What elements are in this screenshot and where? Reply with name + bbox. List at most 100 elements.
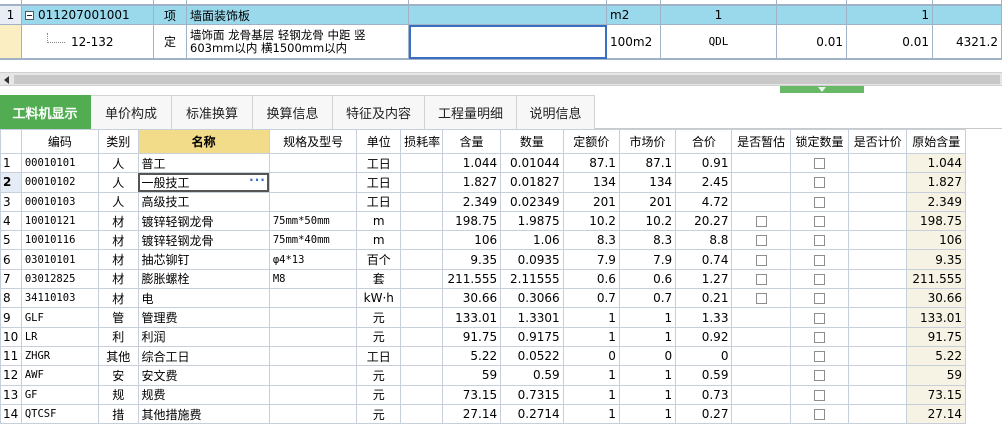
item-cell[interactable] <box>777 6 847 25</box>
material-quantity[interactable]: 0.01827 <box>500 172 564 193</box>
material-spec[interactable] <box>268 403 358 425</box>
lock-quantity-checkbox[interactable] <box>813 254 825 266</box>
lock-quantity-checkbox-cell[interactable] <box>789 288 850 309</box>
column-header-spec[interactable]: 规格及型号 <box>268 129 358 154</box>
column-header-unit[interactable]: 单位 <box>356 129 402 154</box>
material-category[interactable]: 措 <box>97 403 139 425</box>
column-header-quantity[interactable]: 数量 <box>500 129 564 154</box>
estimated-checkbox-cell[interactable] <box>731 384 791 405</box>
market-price[interactable]: 0.7 <box>618 288 677 309</box>
lock-quantity-checkbox[interactable] <box>813 351 825 363</box>
lock-quantity-checkbox-cell[interactable] <box>789 249 850 270</box>
tab-description[interactable]: 说明信息 <box>517 95 595 129</box>
original-content[interactable]: 91.75 <box>906 326 966 347</box>
market-price[interactable]: 1 <box>618 384 677 405</box>
material-spec[interactable] <box>268 384 358 405</box>
lock-quantity-checkbox[interactable] <box>813 293 825 305</box>
material-content[interactable]: 5.22 <box>441 345 502 367</box>
column-header-loss-rate[interactable]: 损耗率 <box>400 129 443 154</box>
loss-rate[interactable] <box>400 172 443 193</box>
material-unit[interactable]: 套 <box>356 268 402 290</box>
column-header-lock-qty[interactable]: 锁定数量 <box>789 129 850 154</box>
lock-quantity-checkbox[interactable] <box>813 196 825 208</box>
material-unit[interactable]: m <box>356 210 402 232</box>
original-content[interactable]: 211.555 <box>906 268 966 290</box>
quota-content[interactable]: 0.01 <box>777 25 847 59</box>
original-content[interactable]: 106 <box>906 230 966 251</box>
table-row[interactable]: 8 34110103 材电 kW·h 30.66 0.3066 0.7 0.7 0.21 30.6… <box>0 288 966 309</box>
item-quantity[interactable]: 1 <box>847 6 933 25</box>
total-price[interactable]: 20.27 <box>675 210 733 232</box>
lock-quantity-checkbox[interactable] <box>813 273 825 285</box>
estimated-checkbox-cell[interactable] <box>731 365 791 386</box>
material-quantity[interactable]: 1.9875 <box>500 210 564 232</box>
original-content[interactable]: 198.75 <box>906 210 966 232</box>
material-quantity[interactable]: 0.01044 <box>500 152 564 174</box>
table-row[interactable]: 3 00010103 人高级技工 工日 2.349 0.02349 201 201 4.72 2.… <box>0 191 966 212</box>
material-quantity[interactable]: 1.3301 <box>500 307 564 328</box>
column-header-original-content[interactable]: 原始含量 <box>906 129 966 154</box>
loss-rate[interactable] <box>400 152 443 174</box>
item-unit[interactable]: m2 <box>607 6 661 25</box>
priced-cell[interactable] <box>848 268 908 290</box>
material-spec[interactable] <box>268 172 358 193</box>
priced-cell[interactable] <box>848 230 908 251</box>
market-price[interactable]: 10.2 <box>618 210 677 232</box>
lock-quantity-checkbox[interactable] <box>813 158 825 170</box>
material-quantity[interactable]: 2.11555 <box>500 268 564 290</box>
material-code[interactable]: ZHGR <box>20 345 99 367</box>
material-spec[interactable] <box>268 307 358 328</box>
material-category[interactable]: 材 <box>97 210 139 232</box>
material-unit[interactable]: 元 <box>356 326 402 347</box>
material-content[interactable]: 30.66 <box>441 288 502 309</box>
total-price[interactable]: 0.59 <box>675 365 733 386</box>
material-quantity[interactable]: 0.2714 <box>500 403 564 425</box>
item-code-cell[interactable]: 011207001001 <box>22 6 154 25</box>
material-content[interactable]: 2.349 <box>441 191 502 212</box>
estimated-checkbox-cell[interactable] <box>731 268 791 290</box>
total-price[interactable]: 1.33 <box>675 307 733 328</box>
estimated-checkbox[interactable] <box>755 235 767 247</box>
material-category[interactable]: 规 <box>97 384 139 405</box>
quota-name[interactable]: 墙饰面 龙骨基层 轻钢龙骨 中距 竖603mm以内 横1500mm以内 <box>187 25 409 59</box>
material-code[interactable]: 10010116 <box>20 230 99 251</box>
material-name[interactable]: 其他措施费 <box>137 403 270 425</box>
material-unit[interactable]: 元 <box>356 365 402 386</box>
estimated-checkbox[interactable] <box>755 254 767 266</box>
original-content[interactable]: 1.044 <box>906 152 966 174</box>
quota-price[interactable]: 134 <box>562 172 620 193</box>
priced-cell[interactable] <box>848 210 908 232</box>
material-category[interactable]: 材 <box>97 288 139 309</box>
material-spec[interactable]: M8 <box>268 268 358 290</box>
lock-quantity-checkbox[interactable] <box>813 331 825 343</box>
loss-rate[interactable] <box>400 230 443 251</box>
table-row[interactable]: 4 10010121 材镀锌轻钢龙骨 75mm*50mm m 198.75 1.9875 10… <box>0 210 966 232</box>
lock-quantity-checkbox-cell[interactable] <box>789 230 850 251</box>
market-price[interactable]: 1 <box>618 326 677 347</box>
column-header-total[interactable]: 合价 <box>675 129 733 154</box>
lock-quantity-checkbox-cell[interactable] <box>789 191 850 212</box>
material-spec[interactable] <box>268 152 358 174</box>
lock-quantity-checkbox-cell[interactable] <box>789 403 850 425</box>
original-content[interactable]: 9.35 <box>906 249 966 270</box>
material-content[interactable]: 9.35 <box>441 249 502 270</box>
market-price[interactable]: 0 <box>618 345 677 367</box>
priced-cell[interactable] <box>848 345 908 367</box>
lock-quantity-checkbox-cell[interactable] <box>789 210 850 232</box>
market-price[interactable]: 134 <box>618 172 677 193</box>
material-unit[interactable]: 工日 <box>356 191 402 212</box>
material-spec[interactable] <box>268 288 358 309</box>
material-code[interactable]: AWF <box>20 365 99 386</box>
item-feature-cell[interactable] <box>409 6 607 25</box>
original-content[interactable]: 1.827 <box>906 172 966 193</box>
estimated-checkbox-cell[interactable] <box>731 191 791 212</box>
material-category[interactable]: 材 <box>97 268 139 290</box>
material-code[interactable]: GF <box>20 384 99 405</box>
market-price[interactable]: 0.6 <box>618 268 677 290</box>
total-price[interactable]: 0.27 <box>675 403 733 425</box>
lock-quantity-checkbox-cell[interactable] <box>789 365 850 386</box>
original-content[interactable]: 27.14 <box>906 403 966 425</box>
column-header-category[interactable]: 类别 <box>97 129 139 154</box>
material-name[interactable]: 综合工日 <box>137 345 270 367</box>
lock-quantity-checkbox[interactable] <box>813 216 825 228</box>
